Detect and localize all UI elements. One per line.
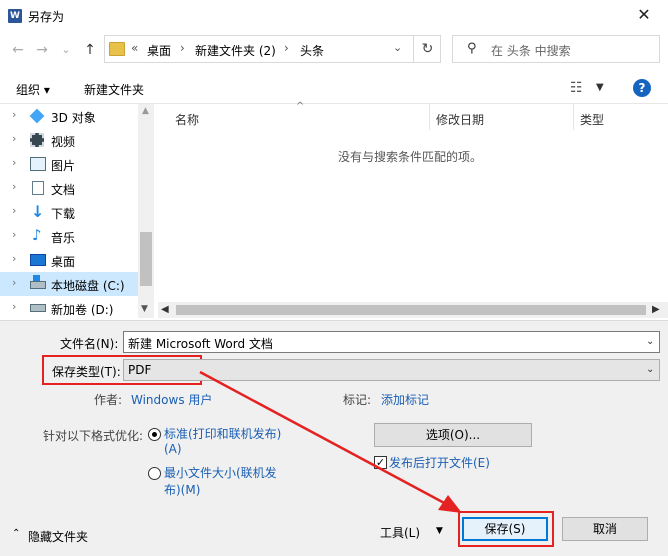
annotation-arrow bbox=[199, 370, 462, 513]
arrow-head bbox=[438, 495, 462, 513]
arrow-shaft bbox=[199, 370, 449, 507]
